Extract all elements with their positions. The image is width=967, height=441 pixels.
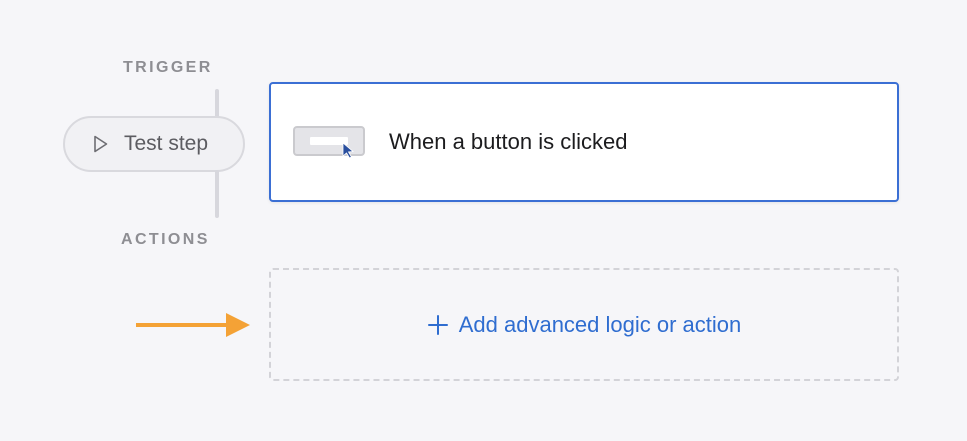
test-step-button[interactable]: Test step <box>63 116 245 172</box>
test-step-label: Test step <box>124 132 209 155</box>
actions-section-label: ACTIONS <box>121 231 210 248</box>
plus-icon <box>427 314 449 336</box>
trigger-section-label: TRIGGER <box>123 59 213 76</box>
add-action-button[interactable]: Add advanced logic or action <box>269 268 899 381</box>
flow-connector-bottom <box>215 170 219 218</box>
add-action-label: Add advanced logic or action <box>458 311 742 337</box>
play-icon <box>90 134 110 154</box>
button-click-icon <box>293 126 365 159</box>
trigger-title: When a button is clicked <box>389 129 628 154</box>
flow-connector-top <box>215 89 219 118</box>
trigger-card[interactable]: When a button is clicked <box>269 82 899 202</box>
arrow-right-icon <box>134 311 252 339</box>
